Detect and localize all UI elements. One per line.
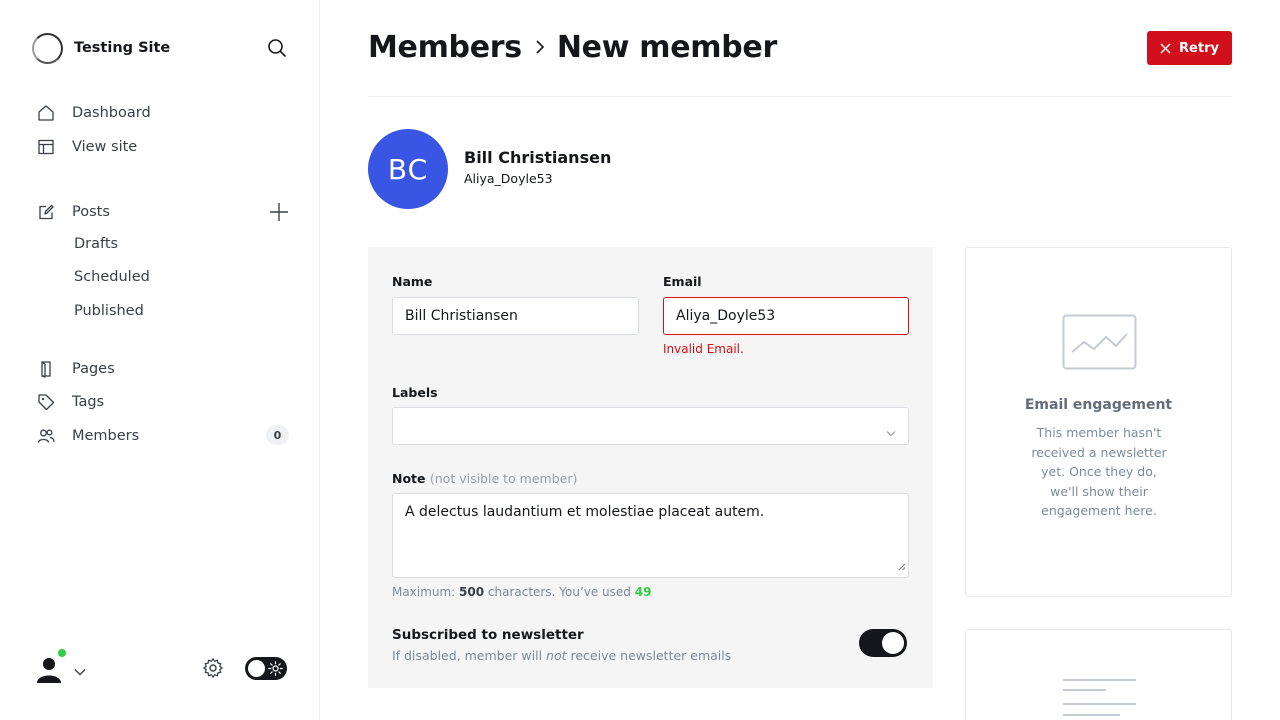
note-hint: (not visible to member) (429, 471, 578, 486)
breadcrumb-members-link[interactable]: Members (368, 30, 522, 65)
labels-label: Labels (392, 385, 438, 400)
nav-item-tags[interactable]: Tags (36, 390, 290, 414)
retry-label: Retry (1179, 40, 1219, 56)
nav-item-members[interactable]: Members (36, 424, 290, 448)
tag-icon (36, 392, 56, 412)
breadcrumb: Members New member (368, 27, 777, 67)
newsletter-toggle[interactable] (859, 629, 907, 657)
add-post-icon[interactable] (268, 201, 290, 223)
note-label: Note (not visible to member) (392, 471, 577, 486)
dark-mode-toggle[interactable] (245, 657, 287, 680)
counter-mid: characters. You’ve used (487, 585, 631, 599)
members-count-badge: 0 (266, 425, 289, 445)
newsletter-desc-em: not (546, 648, 567, 663)
member-name: Bill Christiansen (464, 148, 612, 167)
nav-item-pages[interactable]: Pages (36, 357, 290, 381)
nav-label: Pages (72, 361, 115, 377)
members-icon (36, 426, 56, 446)
search-icon[interactable] (266, 37, 288, 59)
site-title: Testing Site (74, 40, 171, 56)
note-label-text: Note (392, 471, 426, 486)
newsletter-description: If disabled, member will not receive new… (392, 648, 731, 663)
email-label: Email (663, 274, 702, 289)
toggle-knob (882, 632, 904, 654)
gear-icon[interactable] (202, 657, 224, 679)
nav-item-posts[interactable]: Posts (36, 200, 290, 224)
layout-icon (36, 137, 56, 157)
nav-item-dashboard[interactable]: Dashboard (36, 101, 290, 125)
site-logo (32, 32, 63, 64)
nav-item-view-site[interactable]: View site (36, 135, 290, 159)
chevron-right-icon (534, 39, 546, 55)
nav-item-scheduled[interactable]: Scheduled (74, 269, 150, 291)
nav-label: Posts (72, 204, 110, 220)
nav-label: Tags (72, 394, 105, 410)
note-text: A delectus laudantium et molestiae place… (405, 504, 765, 520)
resize-handle-icon[interactable] (898, 559, 906, 575)
retry-button[interactable]: Retry (1147, 31, 1232, 65)
site-brand[interactable]: Testing Site (32, 32, 170, 64)
page-title: New member (556, 29, 777, 65)
toggle-knob (248, 660, 265, 677)
engagement-text: This member hasn't received a newsletter… (1031, 425, 1167, 519)
newsletter-desc-pre: If disabled, member will (392, 648, 543, 663)
header-divider (368, 96, 1232, 97)
home-icon (36, 103, 56, 123)
chart-placeholder-icon (1062, 314, 1137, 374)
newsletter-desc-post: receive newsletter emails (570, 648, 732, 663)
nav-item-drafts[interactable]: Drafts (74, 236, 118, 258)
email-engagement-card: Email engagement This member hasn't rece… (965, 247, 1232, 597)
name-label: Name (392, 274, 433, 289)
labels-select[interactable] (392, 407, 909, 445)
sidebar-footer (32, 648, 290, 688)
counter-used: 49 (634, 585, 652, 599)
note-textarea[interactable]: A delectus laudantium et molestiae place… (392, 493, 909, 578)
character-counter: Maximum: 500 characters. You’ve used 49 (392, 585, 651, 599)
member-avatar: BC (368, 129, 448, 209)
nav-label: View site (72, 139, 138, 155)
nav-item-published[interactable]: Published (74, 303, 144, 325)
nav-label: Dashboard (72, 105, 151, 121)
member-email: Aliya_Doyle53 (464, 171, 553, 186)
page-icon (36, 359, 56, 379)
newsletter-title: Subscribed to newsletter (392, 627, 584, 643)
online-status-dot (57, 648, 67, 658)
nav-label: Members (72, 428, 140, 444)
name-input[interactable]: Bill Christiansen (392, 297, 639, 335)
member-form: Name Bill Christiansen Email Aliya_Doyle… (368, 247, 933, 688)
main-content: Members New member Retry BC Bill Christi… (368, 0, 1232, 720)
close-icon (1160, 43, 1171, 54)
engagement-title: Email engagement (1024, 397, 1173, 413)
sidebar: Testing Site Dashboard View site Posts D… (0, 0, 320, 720)
chevron-down-icon[interactable] (74, 661, 86, 680)
activity-card (965, 629, 1232, 720)
list-placeholder-icon (1062, 678, 1137, 720)
email-input[interactable]: Aliya_Doyle53 (663, 297, 909, 335)
sun-icon (268, 661, 283, 676)
email-error-message: Invalid Email. (663, 342, 744, 356)
counter-max: 500 (459, 585, 485, 599)
edit-icon (36, 202, 56, 222)
counter-prefix: Maximum: (392, 585, 456, 599)
chevron-down-icon (886, 422, 896, 441)
